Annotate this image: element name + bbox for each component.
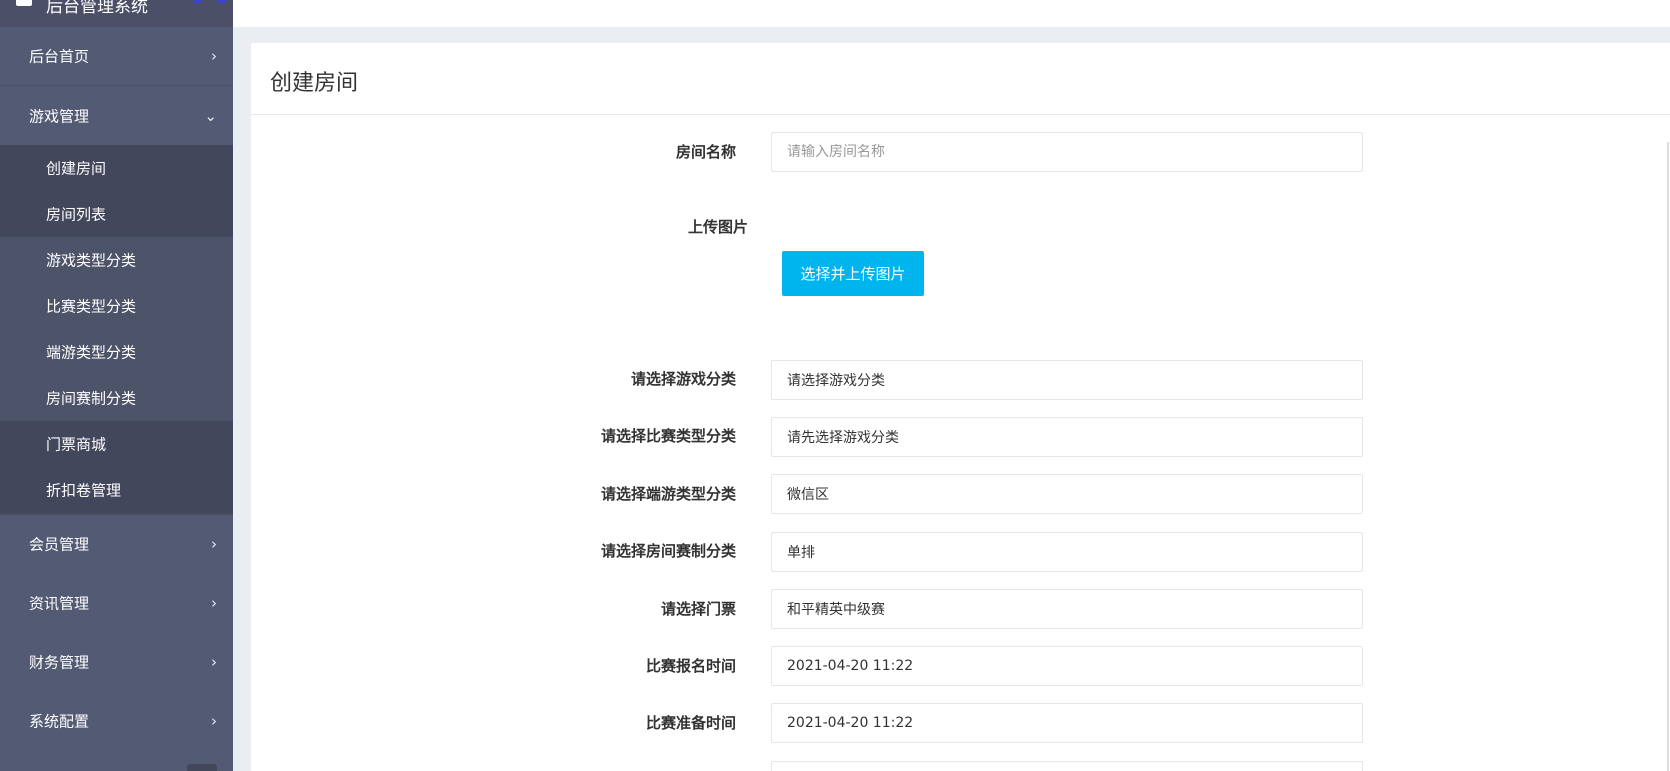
pc-game-type-select[interactable]	[771, 474, 1363, 514]
sidebar-item-label: 后台首页	[29, 47, 90, 66]
sidebar-item-home[interactable]: 后台首页 ›	[0, 27, 233, 86]
top-header	[233, 0, 1670, 27]
match-type-label: 请选择比赛类型分类	[600, 427, 736, 445]
game-submenu: 创建房间 房间列表 游戏类型分类 比赛类型分类 端游类型分类 房间赛制分类 门票…	[0, 145, 233, 515]
subitem-label: 房间赛制分类	[46, 389, 137, 408]
subitem-label: 折扣卷管理	[46, 481, 122, 500]
room-format-select[interactable]	[771, 532, 1363, 572]
upload-image-button[interactable]: 选择并上传图片	[782, 251, 924, 296]
subitem-label: 门票商城	[46, 435, 107, 454]
title-divider	[251, 114, 1670, 115]
sidebar-item-label: 系统配置	[29, 712, 90, 730]
logo-icon	[16, 0, 32, 6]
chevron-right-icon: ›	[211, 593, 217, 612]
create-room-card: 创建房间 房间名称 上传图片 选择并上传图片 请选择游戏分类 请选择比赛类型分类…	[251, 43, 1670, 771]
chevron-right-icon: ›	[211, 711, 217, 730]
signup-time-label: 比赛报名时间	[645, 657, 736, 675]
room-name-label: 房间名称	[675, 143, 736, 161]
sidebar-scrollbar[interactable]	[187, 764, 217, 771]
subitem-game-type[interactable]: 游戏类型分类	[0, 237, 233, 283]
game-category-select[interactable]	[771, 360, 1363, 400]
subitem-room-format[interactable]: 房间赛制分类	[0, 375, 233, 421]
subitem-match-type[interactable]: 比赛类型分类	[0, 283, 233, 329]
menu-toggle-icon[interactable]	[194, 0, 202, 3]
signup-time-input[interactable]	[771, 646, 1363, 686]
ticket-select[interactable]	[771, 589, 1363, 629]
sidebar-item-label: 资讯管理	[29, 594, 90, 612]
page-title: 创建房间	[270, 71, 359, 96]
game-category-label: 请选择游戏分类	[630, 370, 736, 388]
sidebar-item-label: 财务管理	[29, 653, 90, 671]
sidebar-item-news-management[interactable]: 资讯管理 ›	[0, 573, 233, 632]
chevron-down-icon: ⌄	[204, 106, 217, 125]
subitem-label: 房间列表	[46, 205, 107, 224]
subitem-pc-game-type[interactable]: 端游类型分类	[0, 329, 233, 375]
content-scrollbar[interactable]	[1667, 142, 1669, 771]
subitem-ticket-mall[interactable]: 门票商城	[0, 421, 233, 467]
prepare-time-label: 比赛准备时间	[645, 714, 736, 732]
upload-image-label: 上传图片	[687, 218, 748, 236]
sidebar: 后台管理系统 后台首页 › 游戏管理 ⌄ 创建房间 房间列表 游戏类型分类 比赛…	[0, 0, 233, 771]
pc-game-type-label: 请选择端游类型分类	[600, 485, 736, 503]
chevron-right-icon: ›	[211, 652, 217, 671]
sidebar-item-game-management[interactable]: 游戏管理 ⌄	[0, 86, 233, 145]
subitem-label: 创建房间	[46, 159, 107, 178]
subitem-create-room[interactable]: 创建房间	[0, 145, 233, 191]
subitem-coupon-management[interactable]: 折扣卷管理	[0, 467, 233, 513]
chevron-right-icon: ›	[211, 534, 217, 553]
room-name-input[interactable]	[771, 132, 1363, 172]
next-field-input[interactable]	[771, 761, 1363, 771]
ticket-label: 请选择门票	[660, 600, 736, 618]
sidebar-item-label: 会员管理	[29, 535, 90, 553]
sidebar-item-label: 游戏管理	[29, 107, 90, 125]
brand-bar: 后台管理系统	[0, 0, 233, 27]
brand-title: 后台管理系统	[46, 0, 148, 17]
sidebar-item-member-management[interactable]: 会员管理 ›	[0, 514, 233, 573]
subitem-label: 比赛类型分类	[46, 297, 137, 316]
chevron-right-icon: ›	[211, 47, 217, 65]
subitem-room-list[interactable]: 房间列表	[0, 191, 233, 237]
sidebar-item-finance-management[interactable]: 财务管理 ›	[0, 632, 233, 691]
match-type-select[interactable]	[771, 417, 1363, 457]
prepare-time-input[interactable]	[771, 703, 1363, 743]
menu-toggle-icon-2[interactable]	[218, 0, 226, 3]
room-format-label: 请选择房间赛制分类	[600, 542, 736, 560]
sidebar-item-system-config[interactable]: 系统配置 ›	[0, 691, 233, 750]
subitem-label: 游戏类型分类	[46, 251, 137, 270]
subitem-label: 端游类型分类	[46, 343, 137, 362]
